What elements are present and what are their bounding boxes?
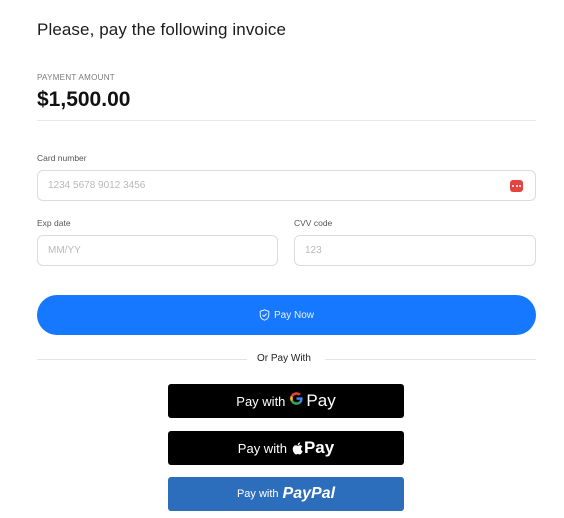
google-pay-button[interactable]: Pay with Pay — [168, 384, 404, 418]
pay-now-button[interactable]: Pay Now — [37, 295, 536, 335]
card-number-label: Card number — [37, 153, 87, 163]
exp-date-input[interactable] — [38, 236, 277, 265]
cvv-label: CVV code — [294, 218, 333, 228]
google-pay-prefix: Pay with — [236, 393, 286, 409]
exp-date-field — [37, 235, 278, 266]
divider — [37, 120, 536, 121]
paypal-prefix: Pay with — [236, 488, 279, 500]
payment-amount: $1,500.00 — [37, 88, 131, 111]
apple-pay-prefix: Pay with — [237, 440, 287, 456]
card-number-field — [37, 170, 536, 201]
paypal-button[interactable]: Pay with PayPal — [168, 477, 404, 511]
credit-card-icon — [510, 180, 523, 192]
google-pay-brand: Pay — [306, 391, 336, 410]
payment-page: Please, pay the following invoice PAYMEN… — [0, 0, 564, 518]
cvv-field — [294, 235, 536, 266]
paypal-brand: PayPal — [282, 485, 336, 502]
card-number-input[interactable] — [38, 171, 535, 200]
shield-check-icon — [259, 309, 270, 321]
divider-left — [37, 359, 247, 360]
apple-pay-brand: Pay — [303, 438, 335, 457]
divider-right — [325, 359, 536, 360]
cvv-input[interactable] — [295, 236, 535, 265]
google-g-icon — [289, 391, 304, 411]
pay-now-label: Pay Now — [273, 309, 314, 321]
exp-date-label: Exp date — [37, 218, 71, 228]
payment-amount-label: PAYMENT AMOUNT — [37, 73, 115, 82]
apple-icon — [292, 441, 303, 454]
apple-pay-button[interactable]: Pay with Pay — [168, 431, 404, 465]
or-pay-with-text: Or Pay With — [257, 353, 311, 364]
page-title: Please, pay the following invoice — [37, 20, 287, 39]
